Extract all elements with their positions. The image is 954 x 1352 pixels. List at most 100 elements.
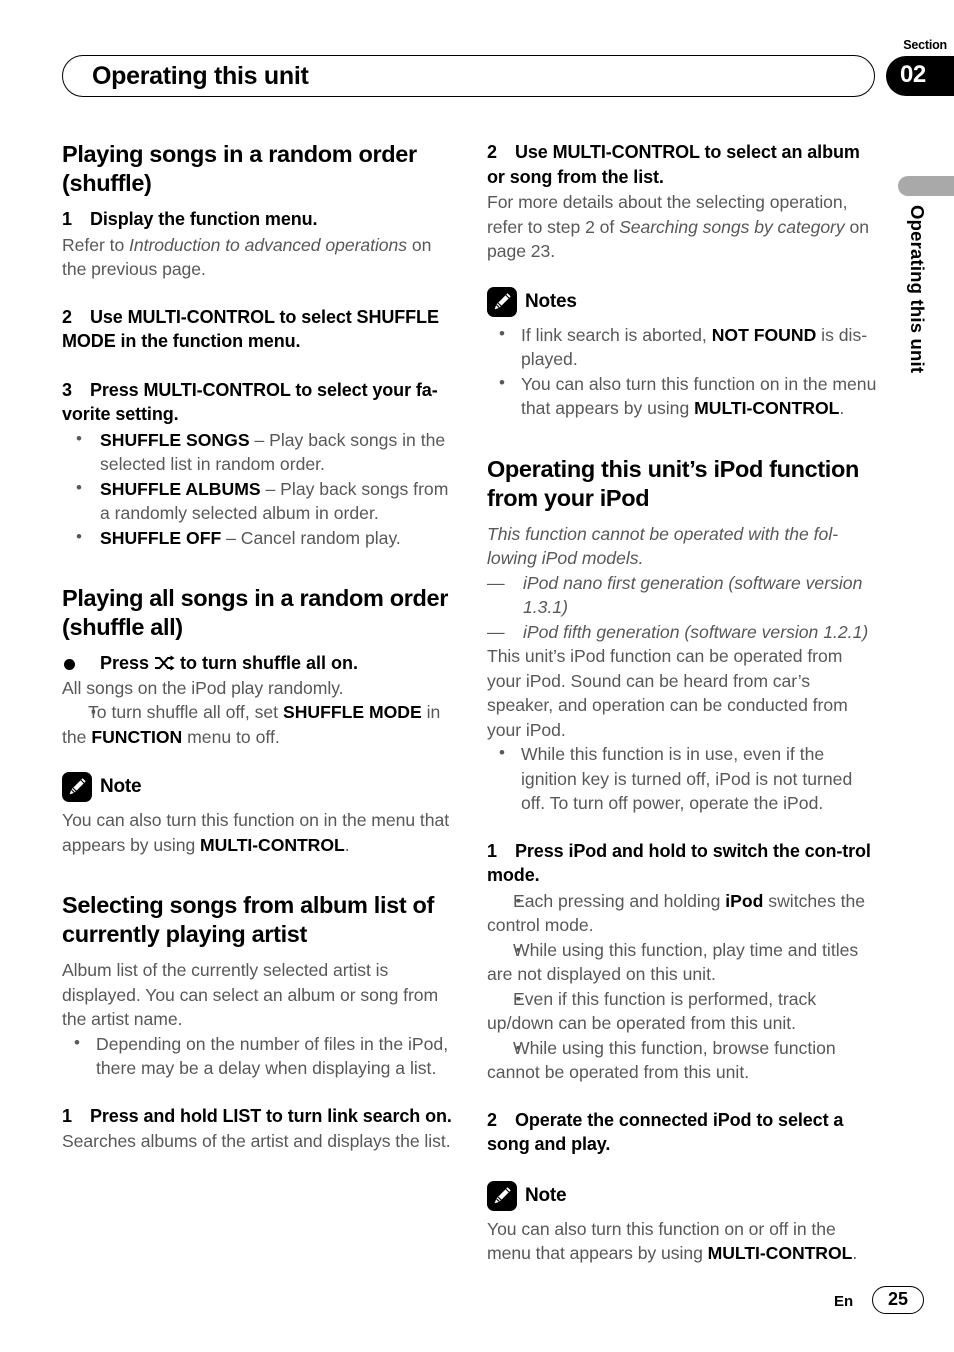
- footer-language: En: [834, 1293, 854, 1310]
- text-pre: While using this function, play time and…: [487, 939, 859, 985]
- list-item: iPod fifth generation (software version …: [487, 620, 879, 645]
- step-text: Use MULTI-CONTROL to select an album or …: [487, 142, 860, 187]
- text-pre: While using this function, browse functi…: [487, 1037, 836, 1083]
- left-column: Playing songs in a random order (shuffle…: [62, 140, 454, 1154]
- section-label: Section: [903, 38, 947, 52]
- option-term: SHUFFLE OFF: [100, 527, 222, 548]
- text-post: menu to off.: [182, 726, 280, 747]
- step-press-shuffle: Press to turn shuffle all on.: [62, 651, 454, 676]
- list-item: SHUFFLE OFF – Cancel random play.: [62, 525, 454, 551]
- step-1-press-hold-list: 1 Press and hold LIST to turn link search…: [62, 1104, 454, 1129]
- text-pre: Even if this function is performed, trac…: [487, 988, 817, 1034]
- ipod-ignition-note: While this function is in use, even if t…: [487, 741, 879, 816]
- heading-playing-all-songs-random: Playing all songs in a random order (shu…: [62, 585, 449, 640]
- option-term: SHUFFLE ALBUMS: [100, 478, 261, 499]
- step-3-press-multicontrol: 3 Press MULTI-CONTROL to select your fa-v…: [62, 378, 454, 427]
- shuffle-icon: [154, 653, 175, 671]
- text-post: .: [344, 834, 350, 855]
- step-number: 1: [487, 840, 497, 861]
- heading-playing-songs-random: Playing songs in a random order (shuffle…: [62, 141, 417, 196]
- step-number: 1: [62, 209, 72, 229]
- text-post: .: [852, 1243, 858, 1263]
- step-1-display-function-menu: 1 Display the function menu.: [62, 207, 454, 232]
- step-text: Press iPod and hold to switch the con-tr…: [487, 840, 871, 886]
- option-desc: – Cancel random play.: [221, 527, 401, 548]
- note-block-header: Note: [487, 1180, 879, 1211]
- list-item: iPod nano first generation (software ver…: [487, 571, 879, 620]
- list-item: While using this function, browse functi…: [487, 1035, 879, 1085]
- right-column: 2 Use MULTI-CONTROL to select an album or…: [487, 140, 879, 1266]
- step-number: 2: [62, 306, 72, 327]
- footer-page-badge: 25: [872, 1286, 924, 1314]
- shuffle-all-description: All songs on the iPod play randomly.: [62, 677, 344, 698]
- heading-operating-ipod-function: Operating this unit’s iPod function from…: [487, 455, 860, 511]
- step-number: 2: [487, 142, 497, 162]
- side-running-head: Operating this unit: [907, 205, 928, 374]
- text-pre: Each pressing and holding: [513, 890, 726, 911]
- step-text: Use MULTI-CONTROL to select SHUFFLE MODE…: [62, 306, 439, 352]
- control-mode-notes: Each pressing and holding iPod switches …: [487, 888, 879, 1085]
- text-pre: Refer to: [62, 234, 130, 255]
- album-list-description: Album list of the currently selected art…: [62, 960, 439, 1029]
- step-2-description: For more details about the selecting ope…: [487, 190, 879, 264]
- unsupported-ipod-models: iPod nano first generation (software ver…: [487, 571, 879, 645]
- text-post: .: [839, 398, 845, 418]
- note-text: You can also turn this function on in th…: [62, 808, 454, 857]
- option-term: SHUFFLE SONGS: [100, 429, 250, 450]
- step-number: 1: [62, 1105, 72, 1126]
- note-label: Note: [100, 776, 142, 797]
- text-bold: MULTI-CONTROL: [694, 398, 840, 418]
- ipod-models-intro: This function cannot be operated with th…: [487, 523, 839, 569]
- pencil-note-icon: [62, 772, 92, 802]
- list-item: SHUFFLE SONGS – Play back songs in the s…: [62, 427, 454, 477]
- text-italic: Introduction to advanced operations: [129, 234, 408, 255]
- step-text: Press and hold LIST to turn link search …: [90, 1105, 452, 1126]
- side-tab-marker: [898, 176, 954, 196]
- step-2-operate-connected-ipod: 2 Operate the connected iPod to select a …: [487, 1108, 879, 1157]
- step-text: Press MULTI-CONTROL to select your fa-vo…: [62, 379, 438, 425]
- shuffle-all-off-note: To turn shuffle all off, set SHUFFLE MOD…: [62, 699, 454, 749]
- note-label: Note: [525, 1184, 567, 1206]
- album-list-notes: Depending on the number of files in the …: [62, 1031, 454, 1081]
- text-italic: Searching songs by category: [619, 216, 845, 237]
- step-number: 3: [62, 379, 72, 400]
- text-bold: MULTI-CONTROL: [707, 1243, 853, 1263]
- note-text: You can also turn this function on or of…: [487, 1217, 879, 1266]
- text-bold: MULTI-CONTROL: [200, 834, 345, 855]
- list-item: To turn shuffle all off, set SHUFFLE MOD…: [62, 699, 454, 749]
- text-bold: iPod: [725, 890, 764, 911]
- list-item: Even if this function is performed, trac…: [487, 986, 879, 1036]
- page-title: Operating this unit: [92, 62, 309, 90]
- ipod-function-description: This unit’s iPod function can be operate…: [487, 646, 848, 740]
- section-number: 02: [900, 61, 926, 88]
- step-1-press-ipod-hold: 1 Press iPod and hold to switch the con-t…: [487, 839, 879, 888]
- heading-selecting-songs-album-list: Selecting songs from album list of curre…: [62, 892, 434, 947]
- page-header: Operating this unit: [62, 55, 877, 99]
- list-item: If link search is aborted, NOT FOUND is …: [487, 322, 879, 372]
- page-number: 25: [887, 1289, 909, 1309]
- list-item: Depending on the number of files in the …: [62, 1031, 454, 1081]
- text-pre: Press: [100, 653, 155, 673]
- list-item: While this function is in use, even if t…: [487, 741, 879, 816]
- text-post: to turn shuffle all on.: [175, 653, 359, 673]
- list-item: SHUFFLE ALBUMS – Play back songs from a …: [62, 476, 454, 526]
- text-pre: If link search is aborted,: [521, 324, 712, 345]
- step-1-description: Refer to Introduction to advanced operat…: [62, 233, 454, 282]
- note-block-header: Note: [62, 772, 454, 802]
- list-item: While using this function, play time and…: [487, 937, 879, 987]
- text-bold: NOT FOUND: [711, 324, 817, 345]
- text-bold: FUNCTION: [91, 726, 183, 747]
- step-2-use-multicontrol: 2 Use MULTI-CONTROL to select SHUFFLE MOD…: [62, 305, 454, 354]
- text-pre: To turn shuffle all off, set: [88, 702, 283, 722]
- step-2-select-album-or-song: 2 Use MULTI-CONTROL to select an album or…: [487, 140, 879, 189]
- manual-page: Operating this unit Section 02 Operating…: [0, 0, 954, 1352]
- notes-block-header: Notes: [487, 286, 879, 317]
- section-badge: 02: [886, 56, 954, 96]
- step-number: 2: [487, 1109, 497, 1130]
- pencil-note-icon: [487, 1180, 517, 1211]
- text-bold: SHUFFLE MODE: [282, 702, 422, 722]
- shuffle-mode-options: SHUFFLE SONGS – Play back songs in the s…: [62, 427, 454, 551]
- notes-list: If link search is aborted, NOT FOUND is …: [487, 322, 879, 421]
- step-text: Operate the connected iPod to select a s…: [487, 1109, 844, 1155]
- link-search-description: Searches albums of the artist and displa…: [62, 1131, 451, 1151]
